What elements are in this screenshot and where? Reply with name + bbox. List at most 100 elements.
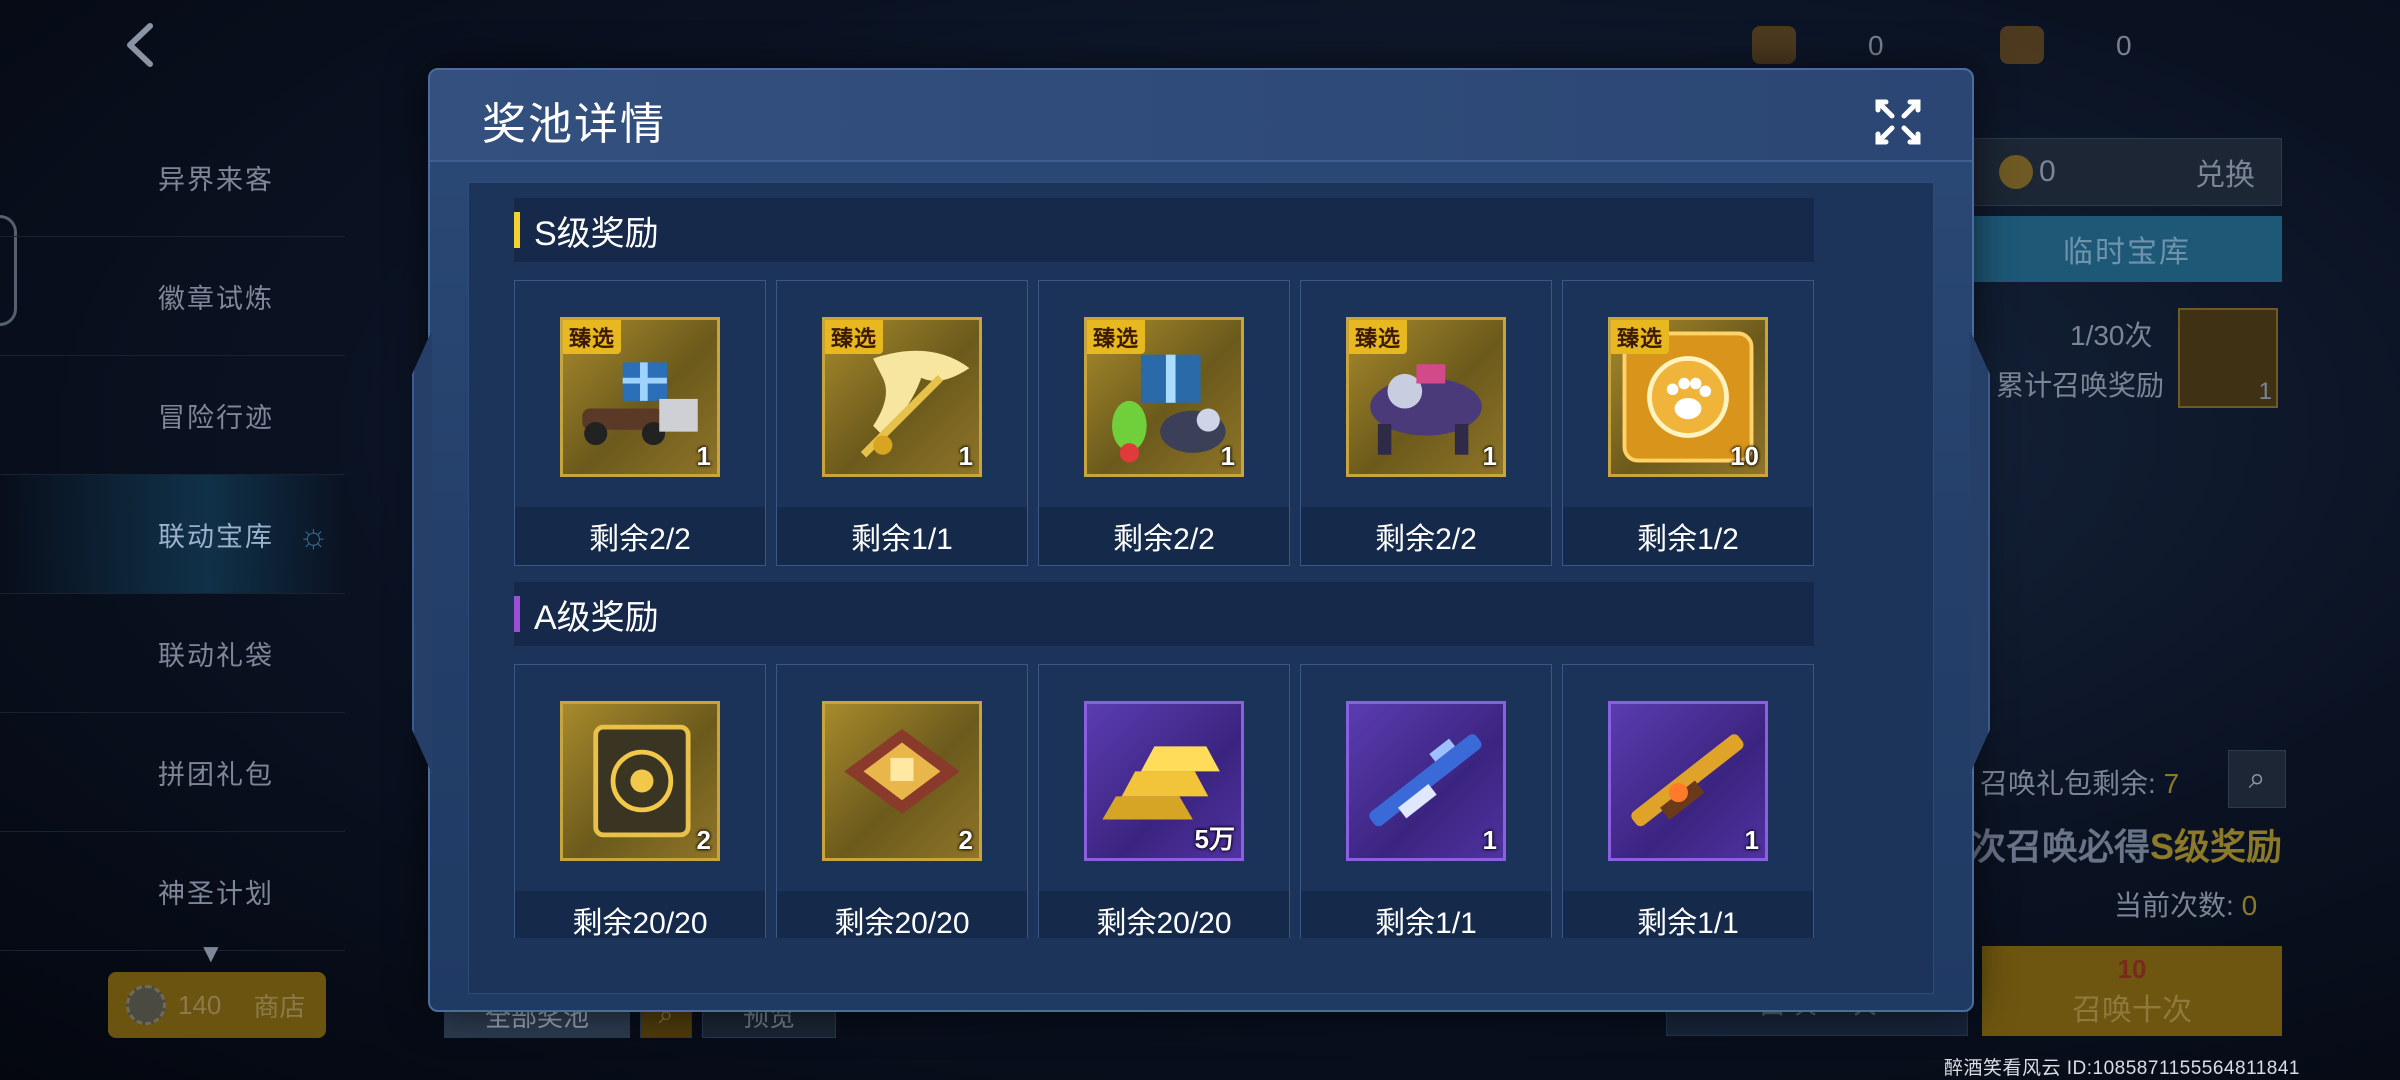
section-title: A级奖励 <box>534 598 659 637</box>
reward-item-tile[interactable]: 2 <box>560 701 720 861</box>
exchange-value: 0 <box>2039 155 2056 188</box>
remaining-count: 剩余1/1 <box>777 507 1027 565</box>
item-quantity: 2 <box>696 825 711 855</box>
summon-ten-cost: 10 <box>2117 953 2147 984</box>
current-count-label: 当前次数: <box>2114 890 2234 921</box>
remaining-count: 剩余2/2 <box>515 507 765 565</box>
dialog-header: 奖池详情 <box>430 70 1972 162</box>
reward-card[interactable]: 1 剩余1/1 <box>1300 664 1552 938</box>
reward-item-tile[interactable]: 5万 <box>1084 701 1244 861</box>
item-quantity: 1 <box>1482 825 1497 855</box>
summon-ten-button[interactable]: 10 召唤十次 <box>1982 946 2282 1036</box>
reward-card[interactable]: 2 剩余20/20 <box>514 664 766 938</box>
remaining-count: 剩余1/1 <box>1563 891 1813 938</box>
prize-pool-dialog: 奖池详情 S级奖励 臻选 1 剩余2/2 臻选 1 剩余1/1 臻选 1 剩余2/2 臻选 1 剩余2… <box>412 68 1990 1012</box>
reward-card[interactable]: 5万剩余20/20 <box>1038 664 1290 938</box>
reward-card[interactable]: 臻选 1 剩余2/2 <box>1038 280 1290 566</box>
item-quantity: 10 <box>1730 441 1759 471</box>
sidebar-item-collab-bag[interactable]: 联动礼袋 <box>0 594 345 713</box>
shop-button[interactable]: 140 商店 <box>108 972 326 1038</box>
dialog-side-notch <box>412 330 432 774</box>
cumulative-reward-box[interactable]: 1 <box>2178 308 2278 408</box>
item-quantity: 1 <box>1220 441 1235 471</box>
reward-card[interactable]: 1 剩余1/1 <box>1562 664 1814 938</box>
coin-icon <box>1999 155 2033 189</box>
remaining-count: 剩余2/2 <box>1039 507 1289 565</box>
chevron-down-icon[interactable]: ▼ <box>198 938 224 969</box>
section-header-a: A级奖励 <box>514 582 1814 646</box>
reward-item-tile[interactable]: 臻选 1 <box>1084 317 1244 477</box>
reward-list[interactable]: S级奖励 臻选 1 剩余2/2 臻选 1 剩余1/1 臻选 1 剩余2/2 臻选 1 剩余2/2 臻选 1… <box>514 198 1814 938</box>
reward-card[interactable]: 臻选 1 剩余1/1 <box>776 280 1028 566</box>
item-quantity: 1 <box>1744 825 1759 855</box>
sidebar-item-label: 徽章试炼 <box>158 283 274 314</box>
currency2-value: 0 <box>2116 30 2132 61</box>
search-icon[interactable]: ⌕ <box>2228 750 2286 808</box>
sidebar-item-label: 异界来客 <box>158 164 274 195</box>
reward-card[interactable]: 臻选 1 剩余2/2 <box>1300 280 1552 566</box>
reward-card[interactable]: 臻选 1 剩余2/2 <box>514 280 766 566</box>
sidebar-item-badge-trial[interactable]: 徽章试炼 <box>0 237 345 356</box>
gift-remaining: 召唤礼包剩余: 7 <box>1980 762 2179 802</box>
sidebar: 异界来客 徽章试炼 冒险行迹 联动宝库 ☼ 联动礼袋 拼团礼包 神圣计划 <box>0 118 345 951</box>
reward-item-tile[interactable]: 2 <box>822 701 982 861</box>
right-panel: 0 兑换 临时宝库 <box>1972 138 2282 282</box>
remaining-count: 剩余2/2 <box>1301 507 1551 565</box>
section-header-s: S级奖励 <box>514 198 1814 262</box>
reward-card[interactable]: 2 剩余20/20 <box>776 664 1028 938</box>
reward-grid-a: 2 剩余20/20 2 剩余20/20 5万 剩余20/20 1 剩余1/1 1 剩余1/1 <box>514 664 1814 938</box>
temp-vault-label: 临时宝库 <box>2063 236 2191 269</box>
sidebar-item-group-pack[interactable]: 拼团礼包 <box>0 713 345 832</box>
premium-pick-tag: 臻选 <box>825 320 884 354</box>
current-count-value: 0 <box>2241 890 2258 921</box>
reward-item-tile[interactable]: 1 <box>1346 701 1506 861</box>
reward-item-tile[interactable]: 1 <box>1608 701 1768 861</box>
exchange-button[interactable]: 兑换 <box>2195 150 2255 194</box>
guarantee-highlight: S级奖励 <box>2149 826 2282 867</box>
reward-item-tile[interactable]: 臻选 1 <box>822 317 982 477</box>
gear-coin-icon <box>126 985 166 1025</box>
back-arrow-icon[interactable] <box>118 20 168 70</box>
item-quantity: 2 <box>958 825 973 855</box>
gift-remaining-value: 7 <box>2163 768 2180 799</box>
sidebar-item-label: 联动宝库 <box>158 521 274 552</box>
ticket-icon <box>2000 26 2044 64</box>
exchange-row[interactable]: 0 兑换 <box>1972 138 2282 206</box>
reward-qty: 1 <box>2258 378 2272 405</box>
remaining-count: 剩余20/20 <box>515 891 765 938</box>
reward-item-tile[interactable]: 臻选 1 <box>1346 317 1506 477</box>
sidebar-item-adventure[interactable]: 冒险行迹 <box>0 356 345 475</box>
remaining-count: 剩余20/20 <box>1039 891 1289 938</box>
remaining-count: 剩余20/20 <box>777 891 1027 938</box>
current-count: 当前次数: 0 <box>2114 884 2257 924</box>
guarantee-text: 次召唤必得S级奖励 <box>1970 818 2282 870</box>
cumulative-reward-label: 累计召唤奖励 <box>1996 370 2165 401</box>
remaining-count: 剩余1/2 <box>1563 507 1813 565</box>
sidebar-item-label: 神圣计划 <box>158 878 274 909</box>
sidebar-item-alien-guest[interactable]: 异界来客 <box>0 118 345 237</box>
summon-ten-label: 召唤十次 <box>2072 993 2192 1027</box>
close-icon[interactable] <box>1870 94 1926 150</box>
currency-bag-icon <box>1752 26 1796 64</box>
item-quantity: 5万 <box>1194 824 1235 854</box>
reward-item-tile[interactable]: 臻选 1 <box>560 317 720 477</box>
sun-icon: ☼ <box>297 517 331 555</box>
gift-remaining-label: 召唤礼包剩余: <box>1980 768 2156 799</box>
sidebar-item-collab-vault[interactable]: 联动宝库 ☼ <box>0 475 345 594</box>
section-accent-bar <box>514 212 520 248</box>
reward-item-tile[interactable]: 臻选 10 <box>1608 317 1768 477</box>
guarantee-prefix: 次召唤必得 <box>1969 826 2150 867</box>
chip-module-icon <box>844 729 960 814</box>
sidebar-item-holy-plan[interactable]: 神圣计划 <box>0 832 345 951</box>
reward-grid-s: 臻选 1 剩余2/2 臻选 1 剩余1/1 臻选 1 剩余2/2 臻选 1 剩余2/2 臻选 10 剩余1/… <box>514 280 1814 566</box>
section-title: S级奖励 <box>534 214 659 253</box>
premium-pick-tag: 臻选 <box>1349 320 1408 354</box>
player-id: 醉酒笑看风云 ID:1085871155564811841 <box>1943 1058 2300 1079</box>
currency1-value: 0 <box>1868 30 1884 61</box>
sidebar-item-label: 拼团礼包 <box>158 759 274 790</box>
premium-pick-tag: 臻选 <box>1087 320 1146 354</box>
item-quantity: 1 <box>696 441 711 471</box>
reward-card[interactable]: 臻选 10 剩余1/2 <box>1562 280 1814 566</box>
premium-pick-tag: 臻选 <box>563 320 622 354</box>
temp-vault-button[interactable]: 临时宝库 <box>1972 216 2282 282</box>
